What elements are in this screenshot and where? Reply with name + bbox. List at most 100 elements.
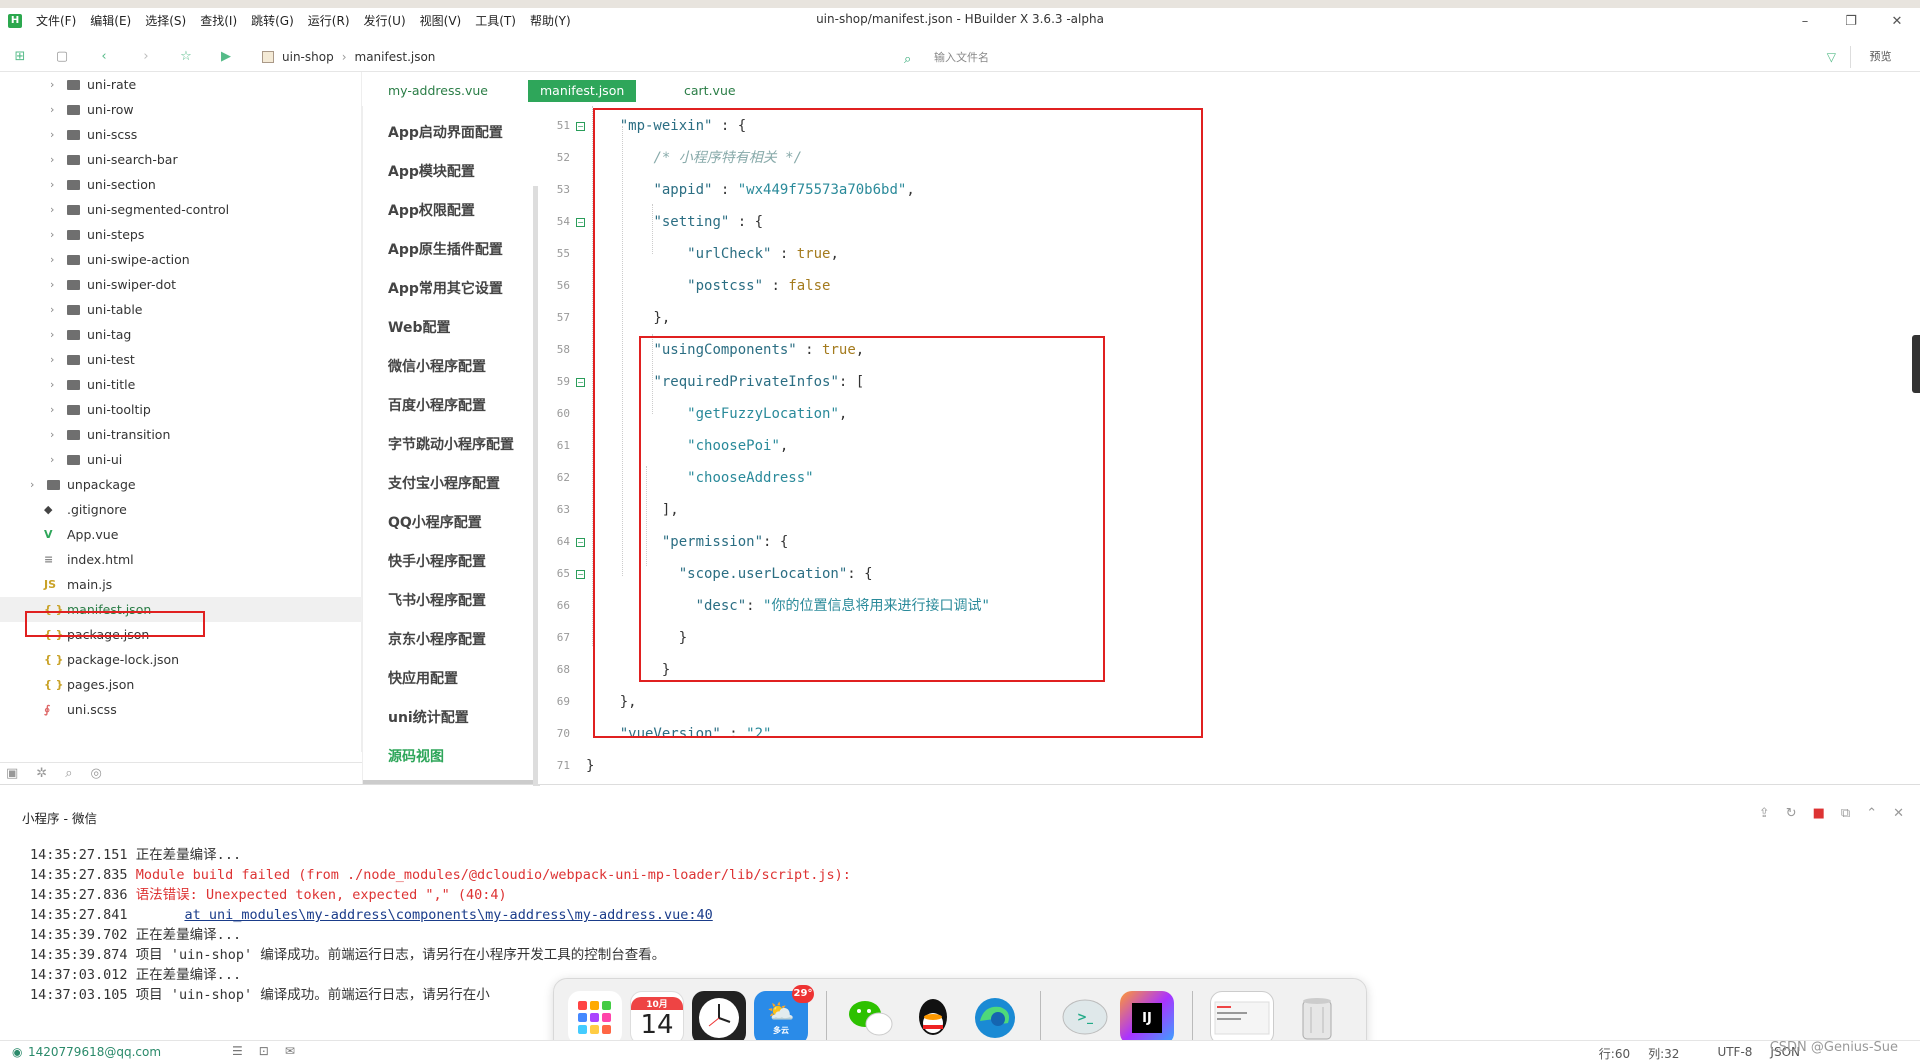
explorer-icon[interactable]: ▣ [6,766,18,781]
menu-item[interactable]: 编辑(E) [90,12,131,29]
sidebar-item-uni-rate[interactable]: › uni-rate [0,72,362,97]
chevron-right-icon[interactable]: › [50,197,54,222]
sidebar-item-main-js[interactable]: JS main.js [0,572,362,597]
log-source-link[interactable]: at uni_modules\my-address\components\my-… [184,907,712,923]
minimize-button[interactable]: – [1782,8,1828,34]
menu-item[interactable]: 视图(V) [420,12,462,29]
sidebar-item-uni-scss[interactable]: ∮ uni.scss [0,697,362,722]
config-menu-item[interactable]: Web配置 [388,317,450,337]
chevron-right-icon[interactable]: › [50,247,54,272]
sidebar-item-gitignore[interactable]: ◆ .gitignore [0,497,362,522]
config-menu-item[interactable]: App模块配置 [388,161,475,181]
intellij-icon[interactable]: IJ [1120,991,1174,1045]
config-menu-item[interactable]: uni统计配置 [388,707,469,727]
close-button[interactable]: ✕ [1874,8,1920,34]
clock-icon[interactable] [692,991,746,1045]
encoding[interactable]: UTF-8 [1717,1045,1752,1062]
star-icon[interactable]: ☆ [178,49,194,65]
menu-item[interactable]: 跳转(G) [251,12,294,29]
new-file-icon[interactable]: ⊞ [12,49,28,65]
breadcrumb-file[interactable]: manifest.json [355,50,436,64]
sidebar-item-index-html[interactable]: ≡ index.html [0,547,362,572]
qq-icon[interactable] [906,991,960,1045]
sidebar-item-uni-transition[interactable]: › uni-transition [0,422,362,447]
console-title[interactable]: 小程序 - 微信 [22,808,97,827]
config-menu-item[interactable]: 快应用配置 [388,668,458,688]
sidebar-item-uni-row[interactable]: › uni-row [0,97,362,122]
breadcrumb-project[interactable]: uin-shop [282,50,334,64]
save-icon[interactable]: ▢ [54,49,70,65]
chevron-right-icon[interactable]: › [50,422,54,447]
sidebar-item-uni-swiper-dot[interactable]: › uni-swiper-dot [0,272,362,297]
list-icon[interactable]: ☰ [232,1044,243,1058]
sidebar-item-uni-ui[interactable]: › uni-ui [0,447,362,472]
sidebar-item-uni-section[interactable]: › uni-section [0,172,362,197]
config-menu-item[interactable]: 源码视图 [388,746,444,766]
fold-toggle-icon[interactable]: − [576,218,585,227]
tab-cart[interactable]: cart.vue [672,80,748,102]
config-menu-item[interactable]: 快手小程序配置 [388,551,486,571]
sidebar-item-uni-swipe-action[interactable]: › uni-swipe-action [0,247,362,272]
sidebar-item-uni-segmented-control[interactable]: › uni-segmented-control [0,197,362,222]
chevron-right-icon[interactable]: › [30,472,34,497]
chevron-right-icon[interactable]: › [50,297,54,322]
config-menu-item[interactable]: 支付宝小程序配置 [388,473,500,493]
menu-item[interactable]: 选择(S) [145,12,186,29]
chevron-right-icon[interactable]: › [50,97,54,122]
tab-my-address[interactable]: my-address.vue [376,80,500,102]
menu-item[interactable]: 文件(F) [36,12,76,29]
run-icon[interactable]: ▶ [218,49,234,65]
config-menu-item[interactable]: App原生插件配置 [388,239,503,259]
chevron-right-icon[interactable]: › [50,347,54,372]
feedback-icon[interactable]: ✉ [285,1044,295,1058]
chevron-right-icon[interactable]: › [50,397,54,422]
trash-icon[interactable] [1290,991,1344,1045]
sidebar-item-app-vue[interactable]: V App.vue [0,522,362,547]
config-menu-item[interactable]: App启动界面配置 [388,122,503,142]
cursor-col[interactable]: 列:32 [1648,1045,1679,1062]
debug-icon[interactable]: ✲ [36,766,47,781]
config-menu-item[interactable]: 百度小程序配置 [388,395,486,415]
filter-icon[interactable]: ▽ [1827,50,1836,64]
config-menu-item[interactable]: 字节跳动小程序配置 [388,434,514,454]
menu-item[interactable]: 查找(I) [200,12,237,29]
edge-icon[interactable] [968,991,1022,1045]
file-search-input[interactable]: ⌕ 输入文件名 [900,48,1830,68]
back-arrow-icon[interactable]: ‹ [96,49,112,65]
chevron-right-icon[interactable]: › [50,272,54,297]
config-menu-item[interactable]: 京东小程序配置 [388,629,486,649]
plugin-icon[interactable]: ◎ [90,766,101,781]
sidebar-item-pages-json[interactable]: { } pages.json [0,672,362,697]
sidebar-item-uni-search-bar[interactable]: › uni-search-bar [0,147,362,172]
menu-item[interactable]: 发行(U) [364,12,406,29]
refresh-icon[interactable]: ↻ [1786,806,1797,821]
sidebar-item-uni-steps[interactable]: › uni-steps [0,222,362,247]
chevron-right-icon[interactable]: › [50,147,54,172]
forward-arrow-icon[interactable]: › [138,49,154,65]
search-icon[interactable]: ⌕ [65,766,72,781]
open-devtools-icon[interactable]: ⧉ [1841,806,1850,821]
wechat-icon[interactable] [844,991,898,1045]
chevron-right-icon[interactable]: › [50,122,54,147]
weather-icon[interactable]: ⛅ 多云 29° [754,985,814,1045]
stop-icon[interactable]: ■ [1813,806,1825,821]
config-menu-item[interactable]: 微信小程序配置 [388,356,486,376]
menu-item[interactable]: 工具(T) [475,12,516,29]
config-menu-item[interactable]: QQ小程序配置 [388,512,482,532]
config-menu-item[interactable]: App权限配置 [388,200,475,220]
fold-toggle-icon[interactable]: − [576,538,585,547]
preview-button[interactable]: 预览 [1850,46,1910,68]
account-status[interactable]: ◉ 1420779618@qq.com [12,1045,161,1059]
export-log-icon[interactable]: ⇪ [1759,806,1770,821]
chevron-right-icon[interactable]: › [50,72,54,97]
calendar-icon[interactable]: 10月 14 [630,991,684,1045]
tab-manifest[interactable]: manifest.json [528,80,637,102]
config-menu-item[interactable]: App常用其它设置 [388,278,503,298]
fold-toggle-icon[interactable]: − [576,122,585,131]
restore-button[interactable]: ❐ [1828,8,1874,34]
cursor-line[interactable]: 行:60 [1599,1045,1630,1062]
menu-item[interactable]: 运行(R) [308,12,350,29]
config-menu-item[interactable]: 飞书小程序配置 [388,590,486,610]
terminal-icon[interactable]: ⊡ [259,1044,269,1058]
sidebar-item-uni-test[interactable]: › uni-test [0,347,362,372]
